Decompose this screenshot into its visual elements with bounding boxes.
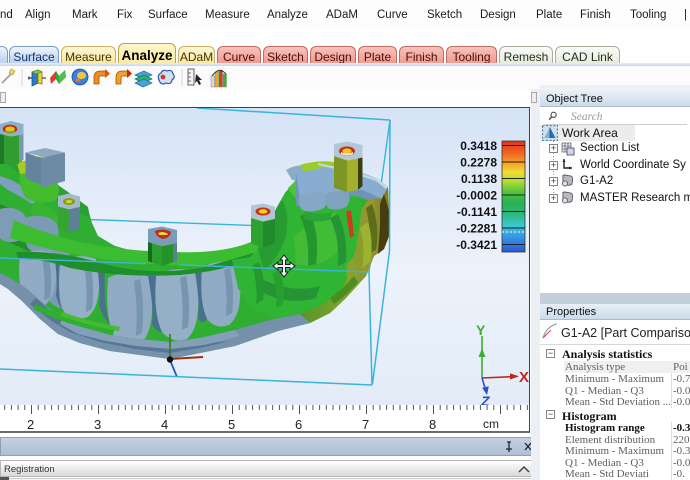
svg-text:0.3418: 0.3418 [460,139,497,153]
svg-text:Y: Y [476,322,486,338]
svg-text:-0.1141: -0.1141 [457,205,497,219]
svg-text:-0.0002: -0.0002 [456,189,497,203]
svg-text:-0.3421: -0.3421 [456,238,497,252]
svg-text:X: X [519,369,529,386]
svg-text:-0.2281: -0.2281 [456,222,497,236]
svg-text:0.1138: 0.1138 [461,172,497,186]
svg-text:0.2278: 0.2278 [460,156,497,170]
